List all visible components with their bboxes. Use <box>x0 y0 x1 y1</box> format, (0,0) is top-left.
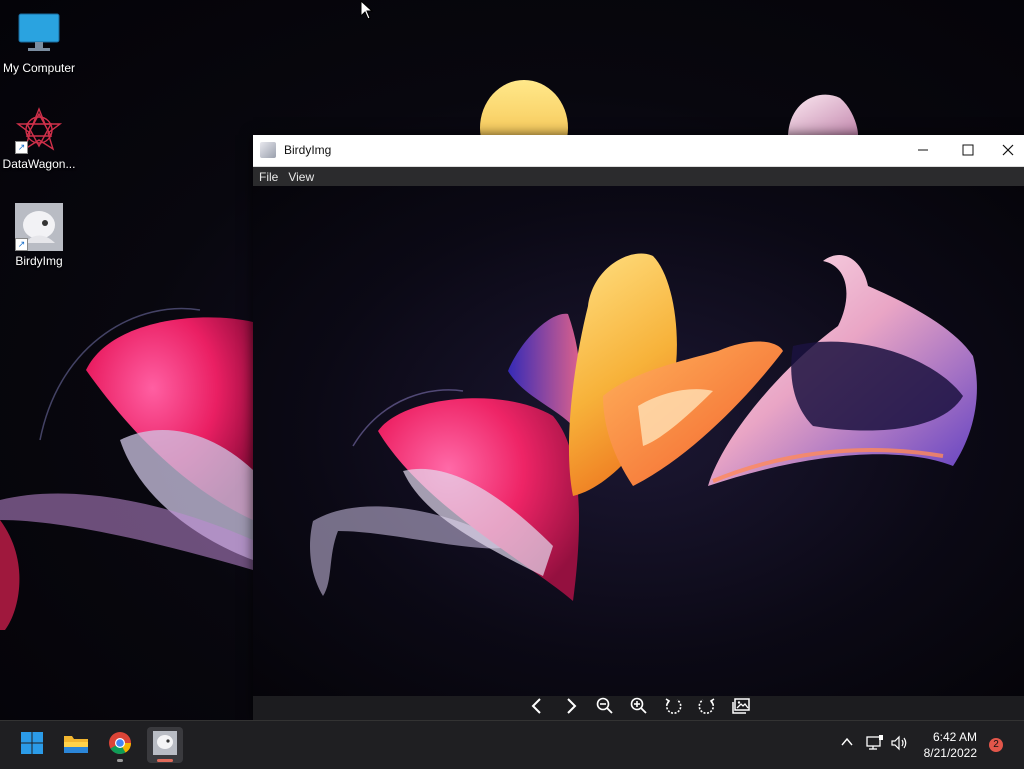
menu-view[interactable]: View <box>288 170 314 184</box>
chrome-icon <box>108 731 132 760</box>
birdyimg-window: BirdyImg File View <box>253 135 1024 720</box>
zoom-in-button[interactable] <box>626 697 652 719</box>
zoom-out-button[interactable] <box>592 697 618 719</box>
app-icon <box>260 142 276 158</box>
desktop-icon-datawagon[interactable]: ↗ DataWagon... <box>0 106 78 171</box>
taskbar-clock[interactable]: 6:42 AM 8/21/2022 <box>924 729 977 761</box>
desktop-icon-my-computer[interactable]: My Computer <box>0 10 78 75</box>
taskbar-birdyimg[interactable] <box>147 727 183 763</box>
shortcut-arrow-icon: ↗ <box>15 141 28 154</box>
window-title: BirdyImg <box>284 143 332 157</box>
previous-icon <box>527 696 547 721</box>
gallery-icon <box>731 696 751 721</box>
image-viewer-canvas[interactable] <box>253 186 1024 696</box>
gallery-button[interactable] <box>728 697 754 719</box>
monitor-icon <box>15 10 63 58</box>
zoom-in-icon <box>629 696 649 721</box>
windows-start-icon <box>20 731 44 760</box>
file-explorer-icon <box>63 732 89 759</box>
next-button[interactable] <box>558 697 584 719</box>
birdyimg-icon: ↗ <box>15 203 63 251</box>
title-bar[interactable]: BirdyImg <box>253 135 1024 167</box>
menu-bar: File View <box>253 167 1024 186</box>
clock-time: 6:42 AM <box>932 730 977 744</box>
network-icon <box>866 735 884 754</box>
next-icon <box>561 696 581 721</box>
taskbar-chrome[interactable] <box>102 727 138 763</box>
notification-badge[interactable]: 2 <box>989 738 1003 752</box>
clock-date: 8/21/2022 <box>923 746 977 760</box>
desktop-icon-label: DataWagon... <box>2 157 76 171</box>
rotate-left-icon <box>663 696 683 721</box>
datawagon-icon: ↗ <box>15 106 63 154</box>
maximize-button[interactable] <box>945 135 991 166</box>
birdyimg-icon <box>153 730 177 760</box>
minimize-button[interactable] <box>900 135 946 166</box>
zoom-out-icon <box>595 696 615 721</box>
desktop-icon-label: BirdyImg <box>15 254 63 268</box>
rotate-right-button[interactable] <box>694 697 720 719</box>
maximize-icon <box>962 143 974 159</box>
desktop-icon-birdyimg[interactable]: ↗ BirdyImg <box>0 203 78 268</box>
tray-network[interactable] <box>866 735 884 754</box>
active-indicator <box>157 759 173 762</box>
tray-volume[interactable] <box>891 735 909 754</box>
previous-button[interactable] <box>524 697 550 719</box>
tray-overflow-button[interactable] <box>840 735 854 752</box>
close-icon <box>1002 143 1014 159</box>
chevron-up-icon <box>840 737 854 752</box>
menu-file[interactable]: File <box>259 170 278 184</box>
displayed-image <box>310 253 977 601</box>
minimize-icon <box>917 143 929 159</box>
taskbar-file-explorer[interactable] <box>58 727 94 763</box>
viewer-toolbar <box>253 696 1024 720</box>
desktop-icon-label: My Computer <box>2 61 76 75</box>
taskbar: 6:42 AM 8/21/2022 2 <box>0 720 1024 769</box>
close-button[interactable] <box>991 135 1024 166</box>
running-indicator <box>117 759 123 762</box>
shortcut-arrow-icon: ↗ <box>15 238 28 251</box>
rotate-left-button[interactable] <box>660 697 686 719</box>
volume-icon <box>891 735 909 754</box>
start-button[interactable] <box>14 727 50 763</box>
mouse-cursor-icon <box>360 0 374 25</box>
rotate-right-icon <box>697 696 717 721</box>
